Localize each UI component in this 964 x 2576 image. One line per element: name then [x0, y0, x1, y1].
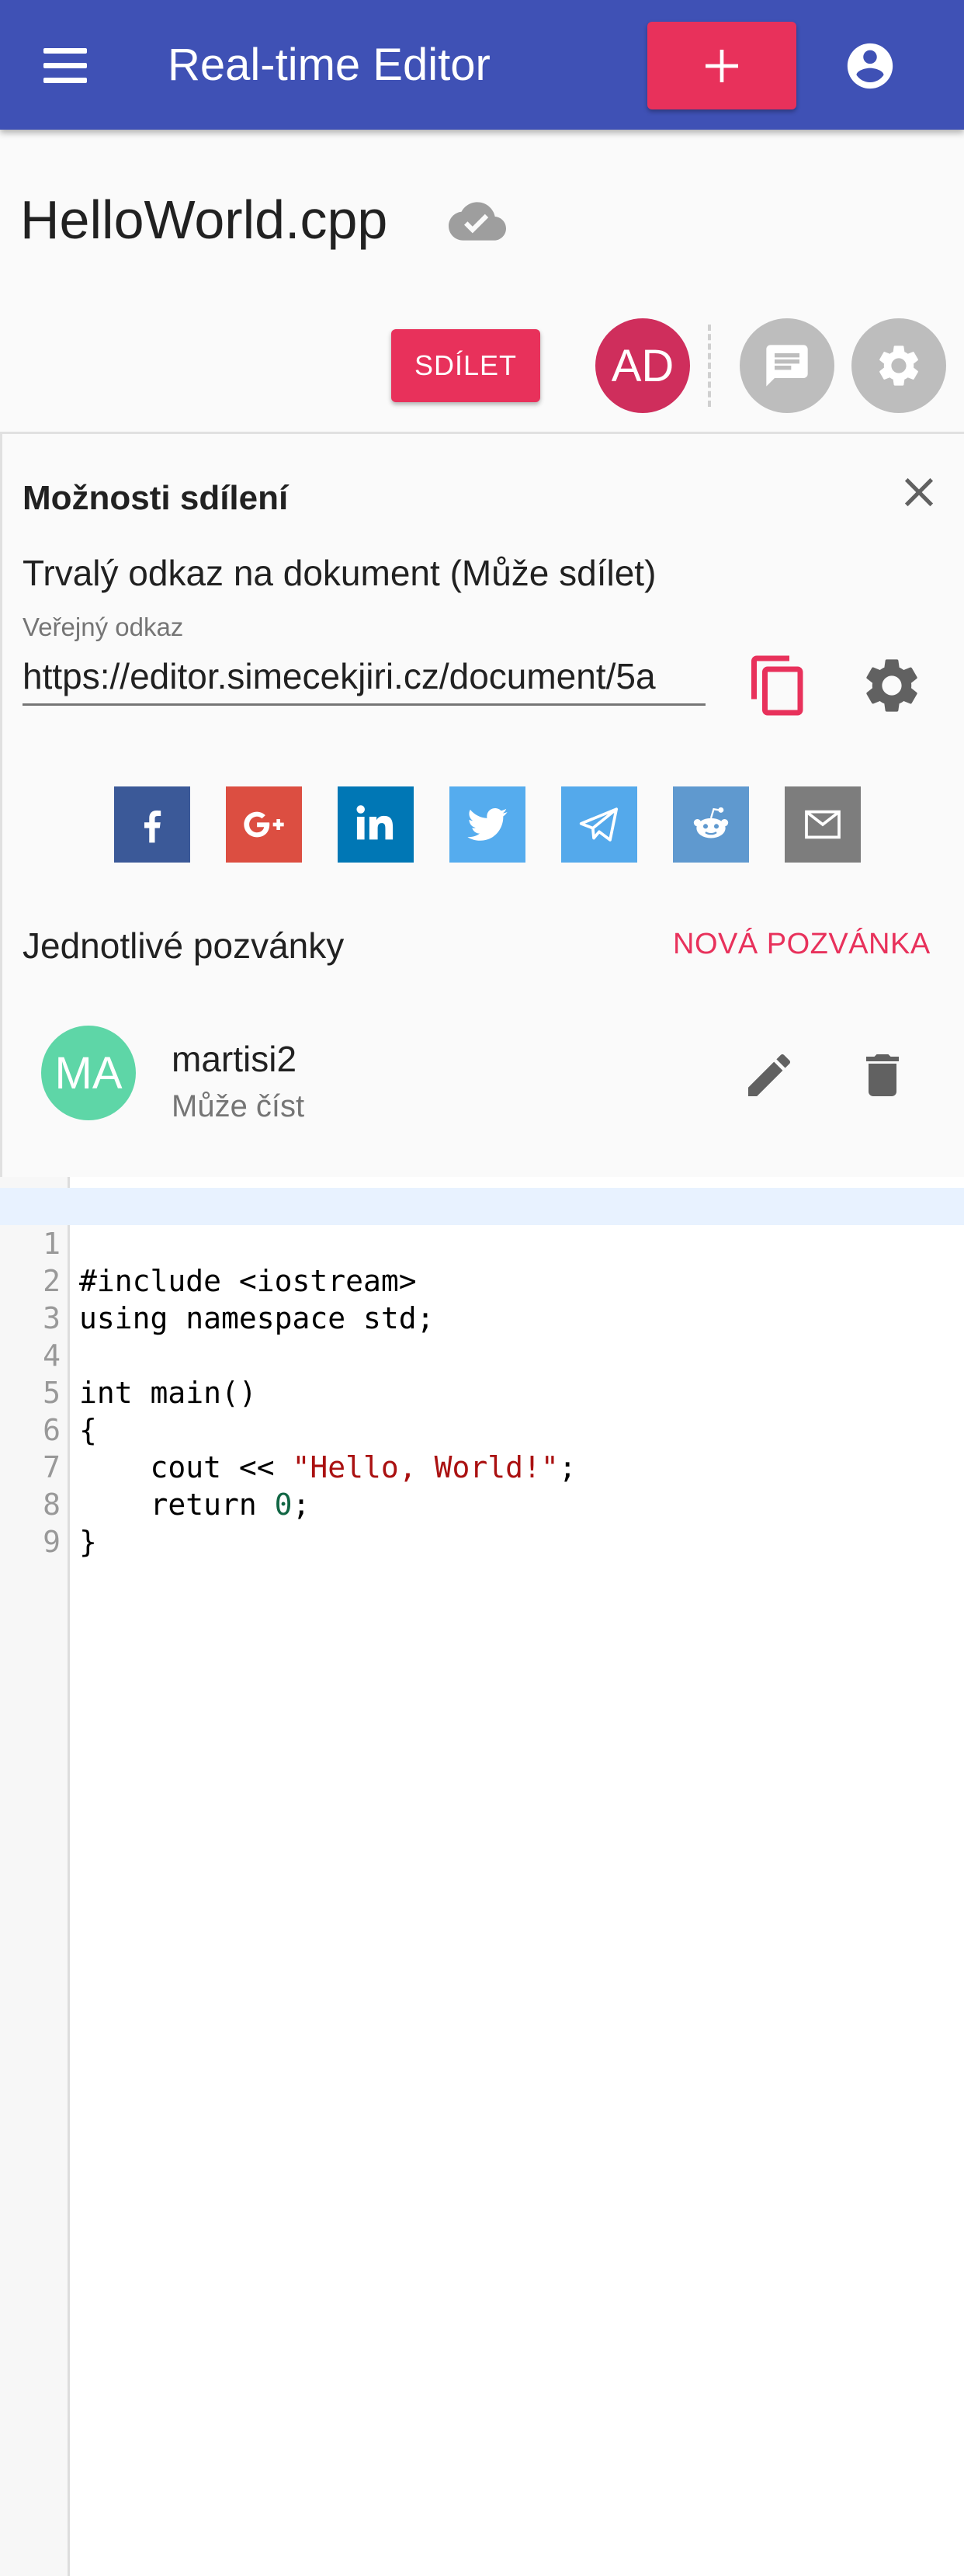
code-line[interactable]: 3 [0, 1262, 964, 1335]
facebook-share-button[interactable] [114, 786, 190, 863]
account-circle-icon[interactable] [843, 39, 897, 93]
code-text: } [79, 1525, 97, 1559]
plus-icon [706, 49, 738, 82]
invite-permission: Může číst [172, 1089, 305, 1123]
code-line[interactable]: 4 int main() [0, 1300, 964, 1410]
app-bar: Real-time Editor [0, 0, 964, 130]
new-invite-button[interactable]: NOVÁ POZVÁNKA [673, 928, 931, 961]
linkedin-icon [356, 805, 394, 840]
code-line[interactable]: 1 #include <iostream> [0, 1188, 964, 1298]
document-title: HelloWorld.cpp [20, 189, 388, 250]
facebook-icon [144, 811, 161, 843]
share-options-panel: Možnosti sdílení Trvalý odkaz na dokumen… [0, 432, 964, 1177]
trash-icon[interactable] [855, 1047, 910, 1103]
gear-icon [879, 345, 918, 386]
add-document-button[interactable] [647, 22, 796, 109]
app-title: Real-time Editor [168, 40, 491, 90]
email-share-button[interactable] [785, 786, 861, 863]
chat-button[interactable] [740, 318, 834, 413]
settings-button[interactable] [851, 318, 946, 413]
share-button[interactable]: SDÍLET [391, 329, 540, 402]
email-icon [805, 810, 841, 839]
code-line[interactable]: 8 } [0, 1449, 964, 1559]
cloud-done-icon [449, 202, 506, 241]
google-plus-icon [244, 811, 284, 838]
public-link-input[interactable] [23, 648, 706, 706]
code-line[interactable]: 2 using namespace std; [0, 1225, 964, 1335]
chat-icon [766, 345, 808, 387]
telegram-icon [579, 807, 619, 842]
linkedin-share-button[interactable] [338, 786, 414, 863]
copy-icon[interactable] [746, 653, 811, 718]
hamburger-menu-icon[interactable] [33, 37, 98, 93]
code-line[interactable]: 7 return 0; [0, 1411, 964, 1522]
permanent-link-label: Trvalý odkaz na dokument (Může sdílet) [23, 553, 657, 593]
share-panel-title: Možnosti sdílení [23, 479, 289, 517]
close-icon[interactable] [895, 468, 943, 516]
social-share-row [2, 786, 964, 863]
code-line[interactable]: 9 [0, 1486, 964, 1559]
twitter-share-button[interactable] [449, 786, 525, 863]
user-avatar[interactable]: AD [595, 318, 690, 413]
invite-list-item: MA martisi2 Může číst [2, 1009, 964, 1148]
telegram-share-button[interactable] [561, 786, 637, 863]
link-settings-gear-icon[interactable] [859, 653, 924, 718]
code-line[interactable]: 6 cout << "Hello, World!"; [0, 1374, 964, 1484]
twitter-icon [467, 808, 508, 841]
google-plus-share-button[interactable] [226, 786, 302, 863]
toolbar-divider [708, 325, 711, 407]
code-line[interactable]: 5 { [0, 1337, 964, 1447]
individual-invites-label: Jednotlivé pozvánky [23, 925, 345, 966]
reddit-icon [693, 807, 729, 838]
line-number: 9 [43, 1525, 61, 1559]
public-link-label: Veřejný odkaz [23, 613, 184, 641]
reddit-share-button[interactable] [673, 786, 749, 863]
code-editor[interactable]: 1 #include <iostream> 2 using namespace … [0, 1177, 964, 2576]
edit-pencil-icon[interactable] [741, 1047, 797, 1103]
avatar: MA [41, 1026, 136, 1120]
invite-user-name: martisi2 [172, 1039, 297, 1079]
